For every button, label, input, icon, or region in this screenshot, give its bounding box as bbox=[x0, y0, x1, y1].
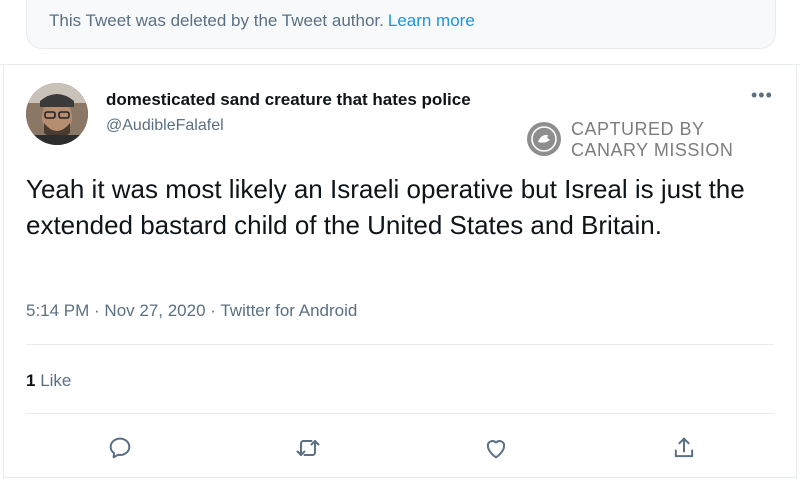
like-count-number: 1 bbox=[26, 371, 36, 390]
engagement-divider bbox=[26, 413, 774, 414]
author-handle[interactable]: @AudibleFalafel bbox=[106, 117, 224, 135]
tweet-text: Yeah it was most likely an Israeli opera… bbox=[26, 174, 745, 240]
watermark-line2: CANARY MISSION bbox=[571, 140, 734, 160]
like-count-label: Like bbox=[40, 371, 72, 390]
tweet-timestamp[interactable]: 5:14 PM · Nov 27, 2020 · Twitter for And… bbox=[26, 301, 357, 321]
author-display-name[interactable]: domesticated sand creature that hates po… bbox=[106, 90, 471, 110]
retweet-icon[interactable] bbox=[294, 434, 322, 462]
learn-more-link[interactable]: Learn more bbox=[388, 11, 475, 30]
card-top-divider bbox=[0, 64, 800, 65]
deleted-notice-text: This Tweet was deleted by the Tweet auth… bbox=[49, 11, 384, 30]
canary-bird-icon bbox=[527, 122, 561, 156]
avatar[interactable] bbox=[26, 83, 88, 145]
reply-icon[interactable] bbox=[106, 434, 134, 462]
share-icon[interactable] bbox=[670, 434, 698, 462]
like-icon[interactable] bbox=[482, 434, 510, 462]
watermark-line1: CAPTURED BY bbox=[571, 119, 705, 139]
more-options-icon[interactable]: ••• bbox=[751, 85, 773, 106]
meta-divider bbox=[26, 344, 774, 345]
like-count[interactable]: 1 Like bbox=[26, 371, 71, 391]
deleted-tweet-notice: This Tweet was deleted by the Tweet auth… bbox=[26, 0, 776, 49]
canary-mission-watermark: CAPTURED BY CANARY MISSION bbox=[527, 119, 757, 161]
